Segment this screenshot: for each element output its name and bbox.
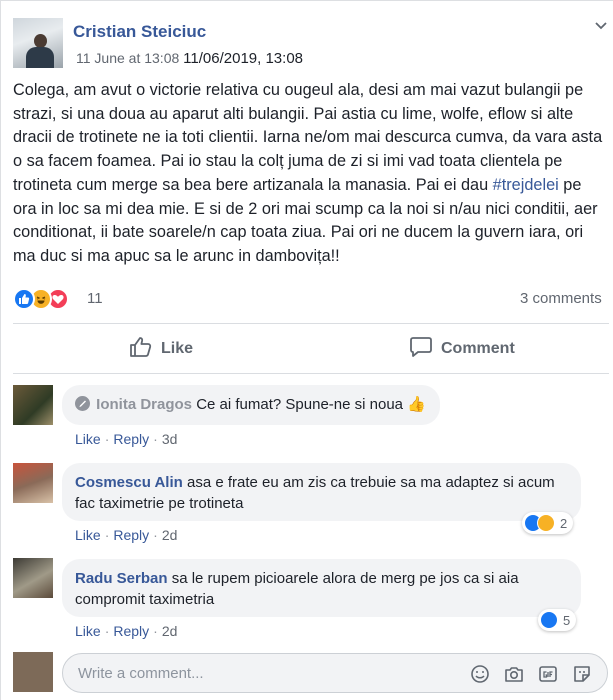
divider [13,323,609,324]
author-avatar[interactable] [13,18,63,68]
camera-icon[interactable] [503,663,525,685]
timestamp-tooltip: 11/06/2019, 13:08 [183,50,304,67]
comment-bubble: Radu Serban sa le rupem picioarele alora… [62,559,581,617]
comments-count-link[interactable]: 3 comments [520,290,602,307]
comment-reactions[interactable]: 2 [522,512,574,534]
post-text: Colega, am avut o victorie relativa cu o… [13,79,609,269]
comment-meta: Like · Reply · 2d [75,527,178,543]
current-user-avatar [13,652,53,692]
comment-meta: Like · Reply · 2d [75,623,178,639]
divider [13,373,609,374]
comment-tools [469,663,593,685]
comment-meta: Like · Reply · 3d [75,431,178,447]
comment-reply-link[interactable]: Reply [113,623,149,639]
comment-reaction-count: 2 [560,515,568,531]
commenter-name[interactable]: Cosmescu Alin [75,474,183,491]
write-comment-input[interactable]: Write a comment... [62,653,608,693]
comment-bubble: Ionita Dragos Ce ai fumat? Spune-ne si n… [62,385,440,425]
commenter-name[interactable]: Radu Serban [75,570,168,587]
verified-badge-icon [75,396,90,411]
speech-bubble-icon [409,336,441,363]
author-name[interactable]: Cristian Steiciuc [73,22,206,42]
comment-age[interactable]: 2d [162,527,178,543]
comment-reply-link[interactable]: Reply [113,431,149,447]
like-reaction-icon [13,288,35,310]
like-button[interactable]: Like [129,335,193,363]
commenter-avatar[interactable] [13,558,53,598]
write-comment-placeholder: Write a comment... [78,665,204,682]
reaction-count[interactable]: 11 [87,290,103,307]
comment-reactions[interactable]: 5 [538,609,577,631]
comment-age[interactable]: 3d [162,431,178,447]
thumbs-up-emoji: 👍 [407,396,426,413]
like-reaction-icon [540,611,558,629]
post-card: Cristian Steiciuc 11 June at 13:08 11/06… [0,0,613,700]
post-options-chevron-icon[interactable] [593,17,609,33]
sticker-icon[interactable] [571,663,593,685]
hashtag-link[interactable]: #trejdelei [493,176,559,194]
commenter-name[interactable]: Ionita Dragos [96,396,192,413]
post-timestamp[interactable]: 11 June at 13:08 11/06/2019, 13:08 [76,50,303,67]
comment-like-link[interactable]: Like [75,431,101,447]
commenter-avatar[interactable] [13,463,53,503]
comment-bubble: Cosmescu Alin asa e frate eu am zis ca t… [62,463,581,521]
comment-like-link[interactable]: Like [75,623,101,639]
haha-reaction-icon [537,514,555,532]
comment-text: Ce ai fumat? Spune-ne si noua [196,396,404,413]
like-button-label: Like [161,340,194,357]
timestamp-relative[interactable]: 11 June at 13:08 [76,50,179,66]
emoji-icon[interactable] [469,663,491,685]
comment-age[interactable]: 2d [162,623,178,639]
comment-button-label: Comment [441,340,515,357]
comment-reaction-count: 5 [563,612,571,628]
comment-reply-link[interactable]: Reply [113,527,149,543]
comment-like-link[interactable]: Like [75,527,101,543]
commenter-avatar[interactable] [13,385,53,425]
comment-button[interactable]: Comment [409,335,515,363]
thumbs-up-icon [129,336,161,363]
gif-icon[interactable] [537,663,559,685]
